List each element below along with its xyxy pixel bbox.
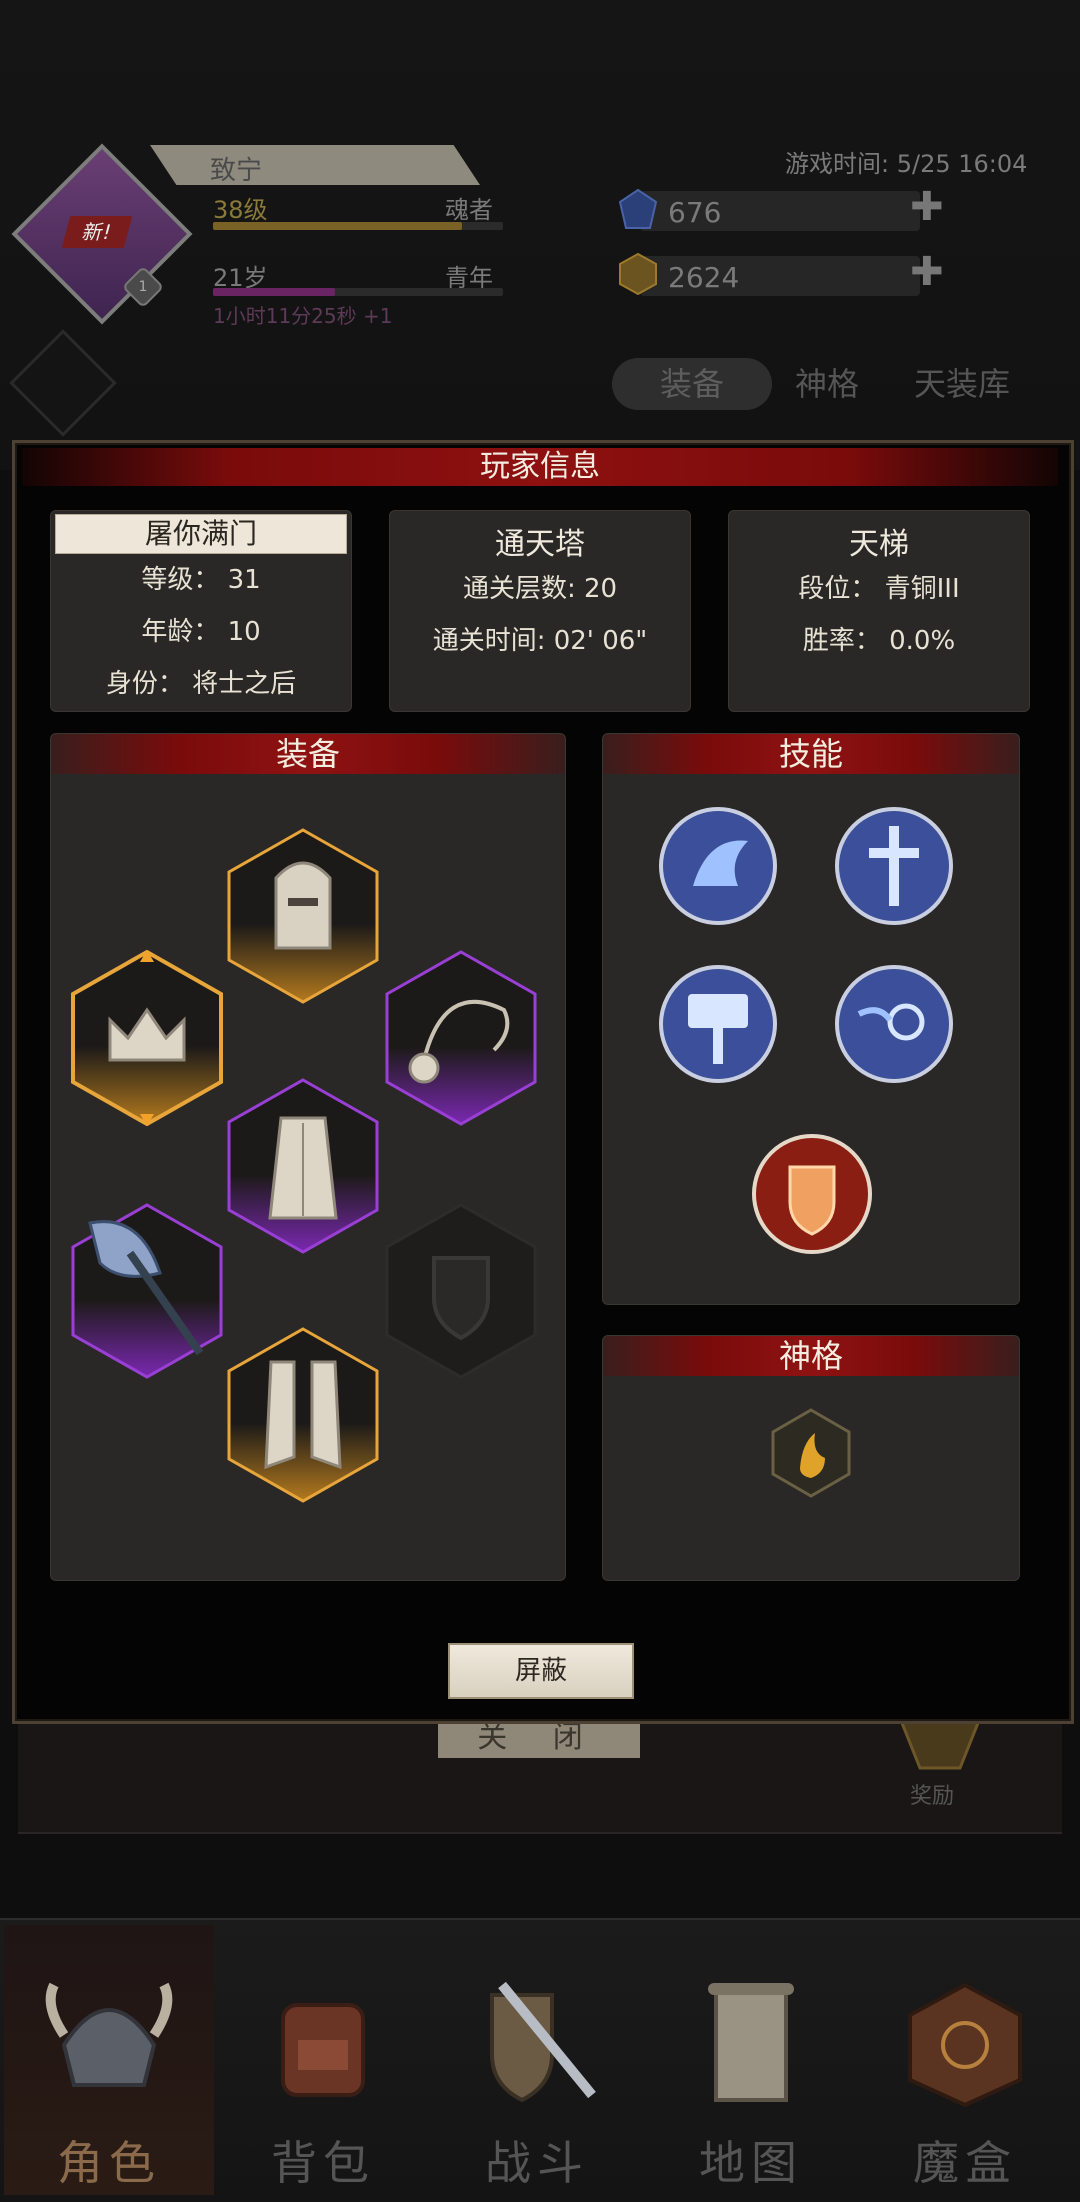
equip-slot-armor[interactable]: [226, 1078, 380, 1258]
reward-chest-icon[interactable]: [890, 1716, 990, 1778]
tab-divinity[interactable]: 神格: [772, 358, 882, 410]
equip-slot-crown[interactable]: [70, 949, 224, 1130]
nav-map[interactable]: 地图: [646, 1925, 856, 2195]
profile-level: 等级： 31: [141, 565, 261, 595]
profile-name: 屠你满门: [55, 514, 347, 554]
block-player-button[interactable]: 屏蔽: [448, 1643, 634, 1699]
nav-label: 魔盒: [913, 2136, 1017, 2190]
backpack-icon: [258, 1965, 388, 2115]
skill-fireball-icon[interactable]: [658, 806, 778, 926]
close-button[interactable]: 关 闭: [438, 1718, 640, 1758]
ladder-rank: 段位： 青铜III: [798, 574, 960, 604]
add-blue-gem-button[interactable]: ✚: [910, 184, 944, 230]
age-bar-fill: [213, 288, 335, 296]
level-bar-fill: [213, 222, 463, 230]
helmet-icon: [44, 1965, 174, 2115]
blue-gem-icon: [618, 188, 658, 232]
scroll-map-icon: [686, 1965, 816, 2115]
gold-gem-icon: [618, 252, 658, 296]
skill-fist-shield-icon[interactable]: [750, 1132, 874, 1256]
skills-title: 技能: [603, 734, 1019, 774]
nav-label: 背包: [271, 2136, 375, 2190]
magic-box-icon: [900, 1965, 1030, 2115]
tab-armory[interactable]: 天装库: [892, 358, 1032, 410]
class-text: 魂者: [445, 196, 493, 224]
name-plate: [150, 145, 480, 185]
level-text: 38级: [213, 196, 268, 224]
divinity-title: 神格: [603, 1336, 1019, 1376]
skill-hammer-icon[interactable]: [658, 964, 778, 1084]
new-badge: 新!: [61, 216, 133, 248]
blue-gem-value: 676: [668, 196, 722, 229]
equip-slot-boots[interactable]: [226, 1327, 380, 1507]
profile-age: 年龄： 10: [141, 617, 261, 647]
nav-label: 战斗: [485, 2136, 589, 2190]
tower-floors: 通关层数: 20: [462, 574, 618, 604]
add-gold-gem-button[interactable]: ✚: [910, 249, 944, 295]
nav-character[interactable]: 角色: [4, 1925, 214, 2195]
player-name: 致宁: [210, 156, 263, 186]
gold-gem-value: 2624: [668, 261, 740, 294]
nav-backpack[interactable]: 背包: [218, 1925, 428, 2195]
skill-holy-cross-icon[interactable]: [834, 806, 954, 926]
tower-time: 通关时间: 02' 06": [432, 626, 648, 656]
equip-slot-helmet[interactable]: [226, 828, 380, 1008]
sword-shield-icon: [472, 1965, 602, 2115]
ladder-title: 天梯: [849, 527, 909, 562]
equip-slot-necklace[interactable]: [384, 950, 538, 1130]
tab-equipment[interactable]: 装备: [612, 358, 772, 410]
divinity-flame-icon[interactable]: [770, 1408, 852, 1498]
reward-label: 奖励: [910, 1784, 955, 1809]
time-bonus: 1小时11分25秒 +1: [213, 304, 393, 328]
ladder-winrate: 胜率： 0.0%: [802, 626, 956, 656]
game-time: 游戏时间: 5/25 16:04: [785, 150, 1028, 178]
profile-panel: 屠你满门 等级： 31 年龄： 10 身份： 将士之后: [50, 510, 352, 712]
equip-slot-shield-empty[interactable]: [384, 1203, 538, 1383]
tower-panel: 通天塔 通关层数: 20 通关时间: 02' 06": [389, 510, 691, 712]
ladder-panel: 天梯 段位： 青铜III 胜率： 0.0%: [728, 510, 1030, 712]
equipment-title: 装备: [51, 734, 565, 774]
equip-slot-weapon[interactable]: [70, 1203, 224, 1383]
nav-label: 角色: [57, 2136, 161, 2190]
profile-identity: 身份： 将士之后: [105, 669, 297, 699]
tower-title: 通天塔: [495, 527, 585, 562]
nav-magic-box[interactable]: 魔盒: [860, 1925, 1070, 2195]
modal-title: 玩家信息: [22, 448, 1058, 486]
skill-comet-icon[interactable]: [834, 964, 954, 1084]
nav-label: 地图: [699, 2136, 803, 2190]
nav-battle[interactable]: 战斗: [432, 1925, 642, 2195]
